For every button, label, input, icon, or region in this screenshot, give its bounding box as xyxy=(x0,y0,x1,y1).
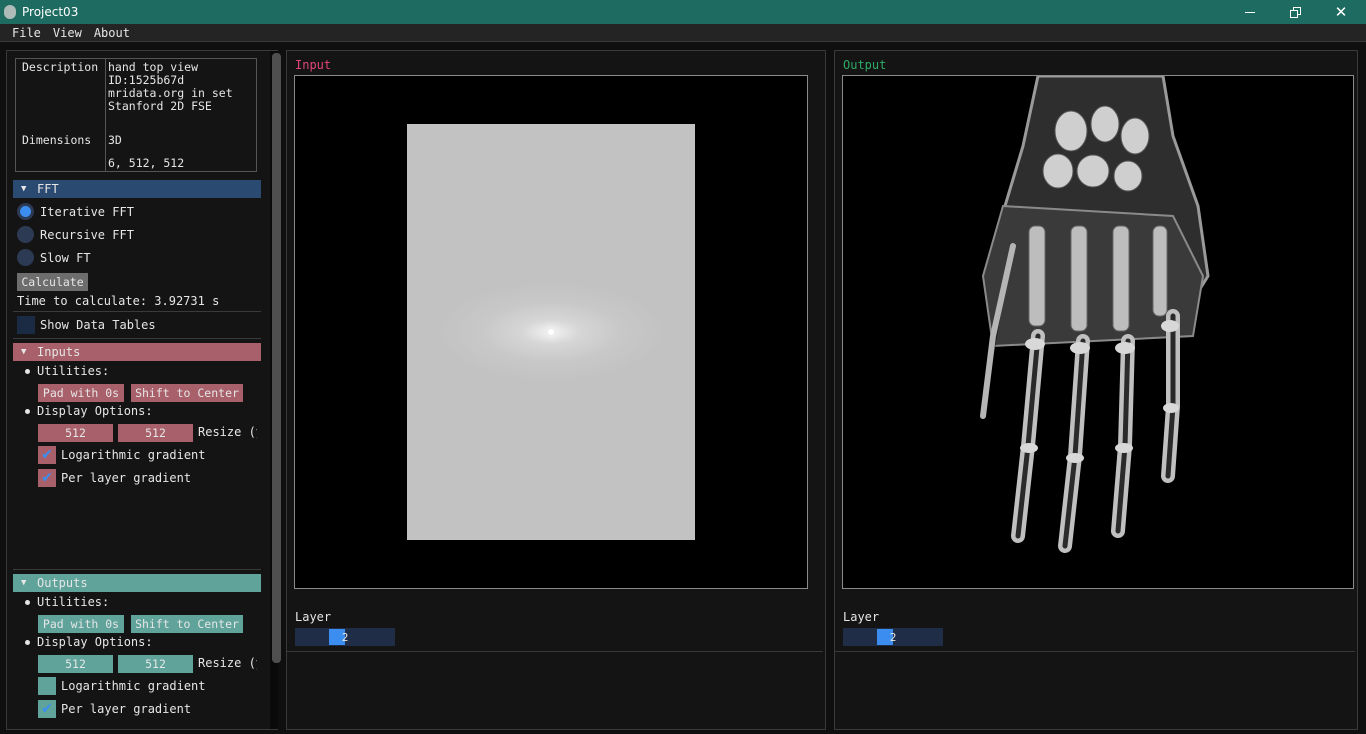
scrollbar-thumb[interactable] xyxy=(272,53,281,663)
output-layer-slider[interactable]: 2 xyxy=(843,628,943,646)
radio-button[interactable] xyxy=(17,203,34,220)
checkmark-icon: ✔ xyxy=(41,701,53,717)
outputs-utilities-label: Utilities: xyxy=(37,595,110,609)
checkmark-icon: ✔ xyxy=(41,447,53,463)
radio-label: Iterative FFT xyxy=(40,204,134,219)
description-key: Description xyxy=(22,60,99,74)
app-icon xyxy=(4,5,16,19)
fft-header-label: FFT xyxy=(37,182,59,196)
collapse-triangle-icon: ▼ xyxy=(21,347,27,357)
fft-section-header[interactable]: ▼ FFT xyxy=(13,180,261,198)
inputs-utilities-label: Utilities: xyxy=(37,364,110,378)
bullet xyxy=(25,600,30,605)
inputs-shift-button[interactable]: Shift to Center xyxy=(131,384,243,402)
radio-button[interactable] xyxy=(17,249,34,266)
menu-view[interactable]: View xyxy=(47,26,88,40)
inputs-section-header[interactable]: ▼ Inputs xyxy=(13,343,261,361)
input-layer-label: Layer xyxy=(295,610,332,624)
info-table: Description hand top view ID:1525b67d mr… xyxy=(15,58,257,172)
input-view-title: Input xyxy=(295,58,332,72)
bullet xyxy=(25,640,30,645)
close-icon: ✕ xyxy=(1334,2,1348,21)
outputs-pad-button[interactable]: Pad with 0s xyxy=(38,615,124,633)
show-data-tables-toggle[interactable]: Show Data Tables xyxy=(17,316,156,334)
outputs-height-field[interactable]: 512 xyxy=(118,655,193,673)
outputs-per-layer-label: Per layer gradient xyxy=(61,702,192,716)
output-viewer: Output Layer 2 xyxy=(834,50,1358,730)
inputs-display-label: Display Options: xyxy=(37,404,153,418)
outputs-per-layer-checkbox[interactable]: ✔ xyxy=(38,700,56,718)
collapse-triangle-icon: ▼ xyxy=(21,184,27,194)
inputs-per-layer-checkbox[interactable]: ✔ xyxy=(38,469,56,487)
radio-recursive-fft[interactable]: Recursive FFT xyxy=(17,226,134,243)
inputs-header-label: Inputs xyxy=(37,345,81,359)
radio-button[interactable] xyxy=(17,226,34,243)
inputs-resize-label: Resize (y xyxy=(198,425,257,439)
minimize-button[interactable] xyxy=(1227,0,1273,24)
close-button[interactable]: ✕ xyxy=(1318,0,1364,24)
mri-hand-image xyxy=(980,74,1210,553)
output-image-canvas[interactable] xyxy=(842,74,1354,589)
outputs-shift-button[interactable]: Shift to Center xyxy=(131,615,243,633)
output-view-title: Output xyxy=(843,58,887,72)
time-to-calculate: Time to calculate: 3.92731 s xyxy=(17,294,220,308)
dimensions-value: 6, 512, 512 xyxy=(108,156,185,170)
inputs-log-gradient-toggle[interactable]: ✔ Logarithmic gradient xyxy=(38,446,206,464)
inputs-height-field[interactable]: 512 xyxy=(118,424,193,442)
radio-iterative-fft[interactable]: Iterative FFT xyxy=(17,203,134,220)
outputs-display-label: Display Options: xyxy=(37,635,153,649)
inputs-per-layer-toggle[interactable]: ✔ Per layer gradient xyxy=(38,469,191,487)
maximize-button[interactable] xyxy=(1272,0,1318,24)
inputs-pad-button[interactable]: Pad with 0s xyxy=(38,384,124,402)
minimize-icon xyxy=(1245,11,1255,13)
window-title: Project03 xyxy=(22,5,79,19)
output-layer-label: Layer xyxy=(843,610,880,624)
menu-about[interactable]: About xyxy=(88,26,136,40)
checkmark-icon: ✔ xyxy=(41,470,53,486)
outputs-log-gradient-toggle[interactable]: Logarithmic gradient xyxy=(38,677,206,695)
bullet xyxy=(25,409,30,414)
outputs-per-layer-toggle[interactable]: ✔ Per layer gradient xyxy=(38,700,191,718)
input-layer-slider[interactable]: 2 xyxy=(295,628,395,646)
radio-label: Slow FT xyxy=(40,250,91,265)
outputs-log-checkbox[interactable] xyxy=(38,677,56,695)
radio-label: Recursive FFT xyxy=(40,227,134,242)
inputs-per-layer-label: Per layer gradient xyxy=(61,471,192,485)
show-data-tables-checkbox[interactable] xyxy=(17,316,35,334)
outputs-resize-label: Resize (y xyxy=(198,656,257,670)
collapse-triangle-icon: ▼ xyxy=(21,578,27,588)
dimensions-key: Dimensions xyxy=(22,133,92,147)
show-data-tables-label: Show Data Tables xyxy=(40,318,156,332)
inputs-log-checkbox[interactable]: ✔ xyxy=(38,446,56,464)
control-panel: Description hand top view ID:1525b67d mr… xyxy=(6,50,281,730)
outputs-log-label: Logarithmic gradient xyxy=(61,679,206,693)
outputs-header-label: Outputs xyxy=(37,576,88,590)
outputs-width-field[interactable]: 512 xyxy=(38,655,113,673)
outputs-section-header[interactable]: ▼ Outputs xyxy=(13,574,261,592)
menu-bar: File View About xyxy=(0,24,1366,42)
kspace-image xyxy=(407,124,695,540)
menu-file[interactable]: File xyxy=(6,26,47,40)
dimensions-type: 3D xyxy=(108,133,122,147)
radio-slow-ft[interactable]: Slow FT xyxy=(17,249,91,266)
input-layer-value: 2 xyxy=(341,630,349,644)
calculate-button[interactable]: Calculate xyxy=(17,273,88,291)
inputs-log-label: Logarithmic gradient xyxy=(61,448,206,462)
description-line: Stanford 2D FSE xyxy=(108,99,212,113)
input-viewer: Input Layer 2 xyxy=(286,50,826,730)
maximize-icon xyxy=(1289,6,1301,18)
inputs-width-field[interactable]: 512 xyxy=(38,424,113,442)
input-image-canvas[interactable] xyxy=(294,75,808,589)
title-bar: Project03 ✕ xyxy=(0,0,1366,24)
output-layer-value: 2 xyxy=(889,630,897,644)
bullet xyxy=(25,369,30,374)
